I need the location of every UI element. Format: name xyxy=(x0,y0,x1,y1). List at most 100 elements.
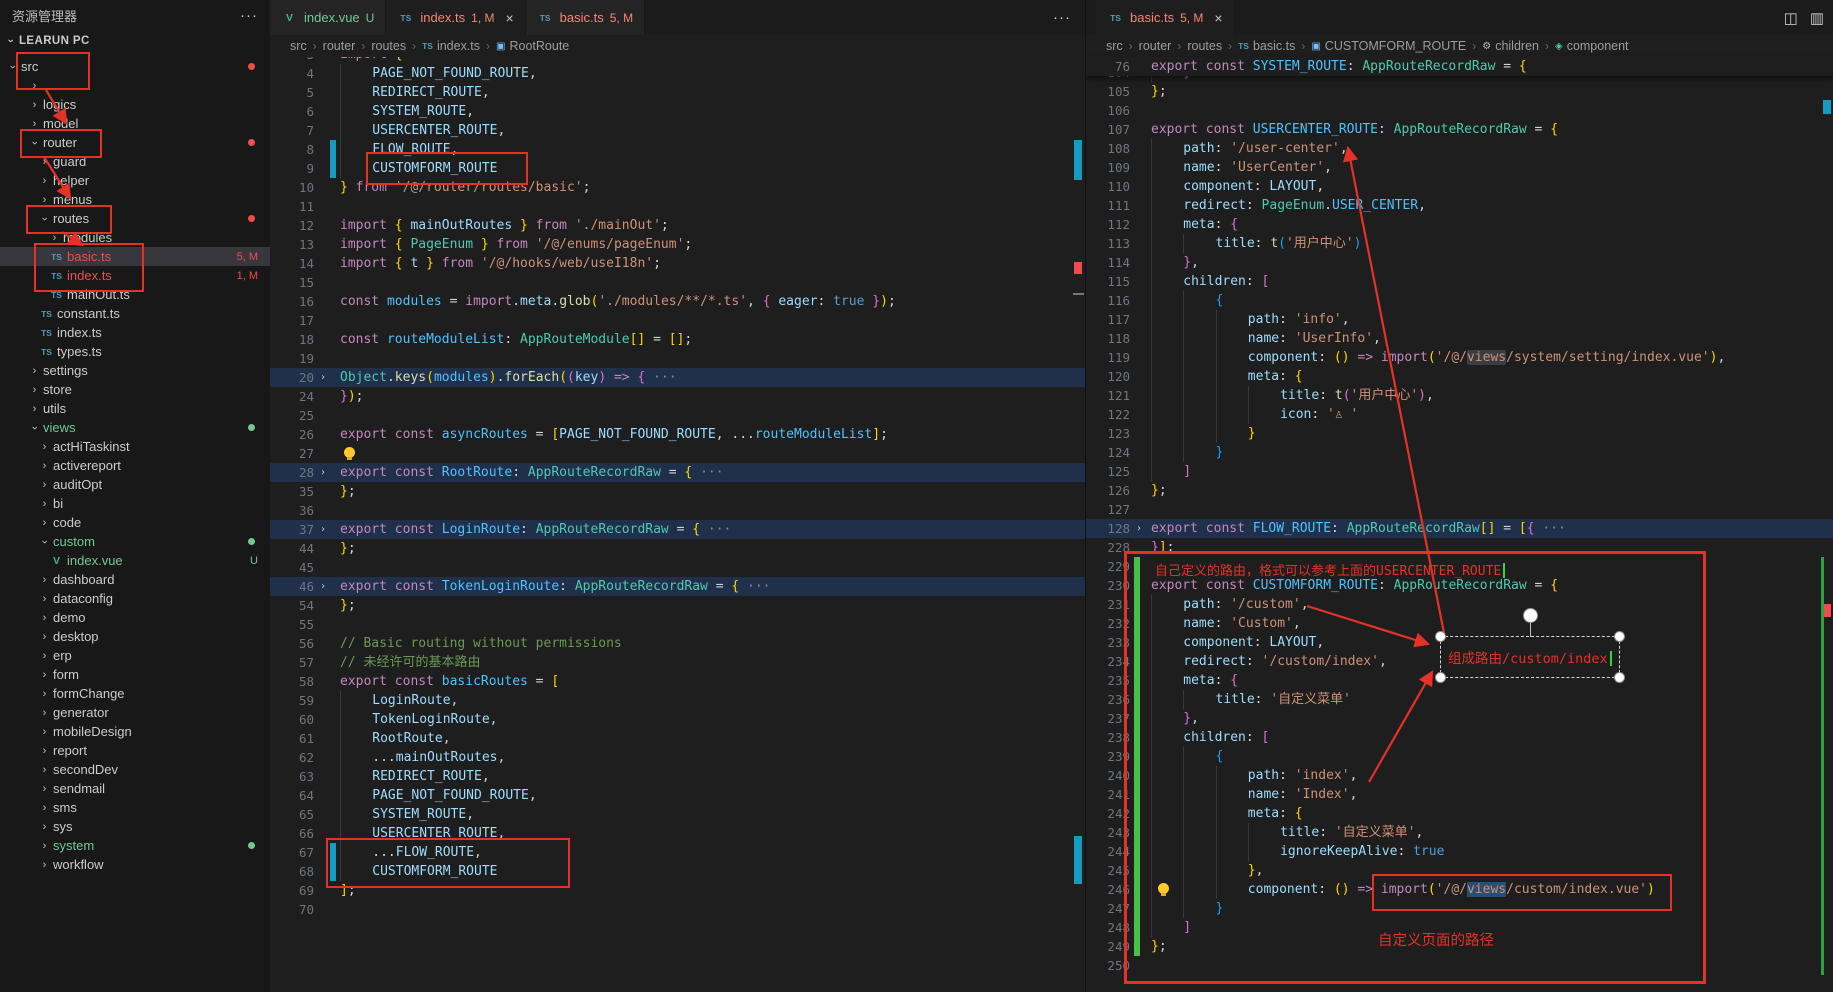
code-line-65[interactable]: 65 SYSTEM_ROUTE, xyxy=(270,805,1085,824)
code-line-3[interactable]: 3import { xyxy=(270,57,1085,64)
sidebar-item-model[interactable]: ›model xyxy=(0,114,270,133)
mid-code-area[interactable]: 3import {4 PAGE_NOT_FOUND_ROUTE,5 REDIRE… xyxy=(270,57,1085,992)
sidebar-item-basic.ts[interactable]: TSbasic.ts5, M xyxy=(0,247,270,266)
sidebar-item-desktop[interactable]: ›desktop xyxy=(0,627,270,646)
code-line-5[interactable]: 5 REDIRECT_ROUTE, xyxy=(270,83,1085,102)
breadcrumb-item-CUSTOMFORM_ROUTE[interactable]: ▣CUSTOMFORM_ROUTE xyxy=(1311,39,1466,53)
sidebar-item-report[interactable]: ›report xyxy=(0,741,270,760)
sidebar-item-menus[interactable]: ›menus xyxy=(0,190,270,209)
code-line-113[interactable]: 113 title: t('用户中心') xyxy=(1086,234,1833,253)
code-line-116[interactable]: 116 { xyxy=(1086,291,1833,310)
code-line-46[interactable]: 46›export const TokenLoginRoute: AppRout… xyxy=(270,577,1085,596)
breadcrumb-item-src[interactable]: src xyxy=(1106,39,1123,53)
split-editor-icon[interactable]: ◫ xyxy=(1784,9,1798,27)
breadcrumb-item-component[interactable]: ◈component xyxy=(1555,39,1629,53)
sidebar-item-types.ts[interactable]: TStypes.ts xyxy=(0,342,270,361)
editor-layout-icon[interactable]: ▥ xyxy=(1810,9,1824,27)
right-code-area[interactable]: 104 }105};106107export const USERCENTER_… xyxy=(1086,76,1833,992)
code-line-68[interactable]: 68 CUSTOMFORM_ROUTE xyxy=(270,862,1085,881)
tab-basic.ts[interactable]: TSbasic.ts5, M xyxy=(526,0,645,35)
code-line-123[interactable]: 123 } xyxy=(1086,424,1833,443)
breadcrumb-item-src[interactable]: src xyxy=(290,39,307,53)
code-line-240[interactable]: 240 path: 'index', xyxy=(1086,766,1833,785)
explorer-more-actions-icon[interactable]: ··· xyxy=(240,7,258,24)
code-line-69[interactable]: 69]; xyxy=(270,881,1085,900)
breadcrumb-item-RootRoute[interactable]: ▣RootRoute xyxy=(496,39,569,53)
code-line-57[interactable]: 57// 未经许可的基本路由 xyxy=(270,653,1085,672)
annotation-textbox[interactable]: 组成路由/custom/index xyxy=(1440,636,1620,678)
textbox-handle[interactable] xyxy=(1614,631,1625,642)
breadcrumb-item-index.ts[interactable]: TSindex.ts xyxy=(422,39,480,53)
code-line-124[interactable]: 124 } xyxy=(1086,443,1833,462)
code-line-115[interactable]: 115 children: [ xyxy=(1086,272,1833,291)
code-line-114[interactable]: 114 }, xyxy=(1086,253,1833,272)
code-line-4[interactable]: 4 PAGE_NOT_FOUND_ROUTE, xyxy=(270,64,1085,83)
code-line-125[interactable]: 125 ] xyxy=(1086,462,1833,481)
code-line-243[interactable]: 243 title: '自定义菜单', xyxy=(1086,823,1833,842)
code-line-118[interactable]: 118 name: 'UserInfo', xyxy=(1086,329,1833,348)
code-line-18[interactable]: 18const routeModuleList: AppRouteModule[… xyxy=(270,330,1085,349)
code-line-14[interactable]: 14import { t } from '/@/hooks/web/useI18… xyxy=(270,254,1085,273)
code-line-106[interactable]: 106 xyxy=(1086,101,1833,120)
breadcrumb-item-basic.ts[interactable]: TSbasic.ts xyxy=(1238,39,1295,53)
breadcrumb-item-routes[interactable]: routes xyxy=(371,39,406,53)
sidebar-item-system[interactable]: ›system xyxy=(0,836,270,855)
code-line-63[interactable]: 63 REDIRECT_ROUTE, xyxy=(270,767,1085,786)
sidebar-item-formChange[interactable]: ›formChange xyxy=(0,684,270,703)
sidebar-item-activereport[interactable]: ›activereport xyxy=(0,456,270,475)
sidebar-item-mobileDesign[interactable]: ›mobileDesign xyxy=(0,722,270,741)
sidebar-item-sys[interactable]: ›sys xyxy=(0,817,270,836)
sidebar-item-views[interactable]: ›views xyxy=(0,418,270,437)
sidebar-item-routes[interactable]: ›routes xyxy=(0,209,270,228)
code-line-245[interactable]: 245 }, xyxy=(1086,861,1833,880)
code-line-107[interactable]: 107export const USERCENTER_ROUTE: AppRou… xyxy=(1086,120,1833,139)
code-line-244[interactable]: 244 ignoreKeepAlive: true xyxy=(1086,842,1833,861)
tab-index.ts[interactable]: TSindex.ts1, M× xyxy=(386,0,525,35)
sidebar-item-guard[interactable]: ›guard xyxy=(0,152,270,171)
code-line-70[interactable]: 70 xyxy=(270,900,1085,919)
code-line-17[interactable]: 17 xyxy=(270,311,1085,330)
code-line-66[interactable]: 66 USERCENTER_ROUTE, xyxy=(270,824,1085,843)
code-line-35[interactable]: 35}; xyxy=(270,482,1085,501)
sidebar-item-dashboard[interactable]: ›dashboard xyxy=(0,570,270,589)
lightbulb-icon[interactable] xyxy=(344,447,355,458)
code-line-25[interactable]: 25 xyxy=(270,406,1085,425)
code-line-239[interactable]: 239 { xyxy=(1086,747,1833,766)
code-line-120[interactable]: 120 meta: { xyxy=(1086,367,1833,386)
sidebar-item-generator[interactable]: ›generator xyxy=(0,703,270,722)
sidebar-item-helper[interactable]: ›helper xyxy=(0,171,270,190)
sidebar-item-utils[interactable]: ›utils xyxy=(0,399,270,418)
sidebar-item-code[interactable]: ›code xyxy=(0,513,270,532)
sidebar-item-auditOpt[interactable]: ›auditOpt xyxy=(0,475,270,494)
sidebar-item-secondDev[interactable]: ›secondDev xyxy=(0,760,270,779)
code-line-119[interactable]: 119 component: () => import('/@/views/sy… xyxy=(1086,348,1833,367)
sidebar-item-index.ts[interactable]: TSindex.ts xyxy=(0,323,270,342)
sidebar-item-modules[interactable]: ›modules xyxy=(0,228,270,247)
sidebar-item-erp[interactable]: ›erp xyxy=(0,646,270,665)
code-line-44[interactable]: 44}; xyxy=(270,539,1085,558)
code-line-242[interactable]: 242 meta: { xyxy=(1086,804,1833,823)
sidebar-item-actHiTaskinst[interactable]: ›actHiTaskinst xyxy=(0,437,270,456)
code-line-108[interactable]: 108 path: '/user-center', xyxy=(1086,139,1833,158)
code-line-56[interactable]: 56// Basic routing without permissions xyxy=(270,634,1085,653)
sidebar-item-sms[interactable]: ›sms xyxy=(0,798,270,817)
code-line-250[interactable]: 250 xyxy=(1086,956,1833,975)
tab-basic.ts[interactable]: TSbasic.ts5, M× xyxy=(1096,0,1235,35)
code-line-12[interactable]: 12import { mainOutRoutes } from './mainO… xyxy=(270,216,1085,235)
mid-editor-more-actions-icon[interactable]: ··· xyxy=(1053,0,1071,35)
fold-chevron-icon[interactable]: › xyxy=(320,520,326,539)
code-line-9[interactable]: 9 CUSTOMFORM_ROUTE xyxy=(270,159,1085,178)
code-line-11[interactable]: 11 xyxy=(270,197,1085,216)
code-line-54[interactable]: 54}; xyxy=(270,596,1085,615)
code-line-61[interactable]: 61 RootRoute, xyxy=(270,729,1085,748)
code-line-10[interactable]: 10} from '/@/router/routes/basic'; xyxy=(270,178,1085,197)
code-line-7[interactable]: 7 USERCENTER_ROUTE, xyxy=(270,121,1085,140)
sidebar-item-index.ts[interactable]: TSindex.ts1, M xyxy=(0,266,270,285)
textbox-handle[interactable] xyxy=(1614,672,1625,683)
code-line-237[interactable]: 237 }, xyxy=(1086,709,1833,728)
code-line-241[interactable]: 241 name: 'Index', xyxy=(1086,785,1833,804)
code-line-110[interactable]: 110 component: LAYOUT, xyxy=(1086,177,1833,196)
code-line-247[interactable]: 247 } xyxy=(1086,899,1833,918)
fold-chevron-icon[interactable]: › xyxy=(320,577,326,596)
code-line-232[interactable]: 232 name: 'Custom', xyxy=(1086,614,1833,633)
